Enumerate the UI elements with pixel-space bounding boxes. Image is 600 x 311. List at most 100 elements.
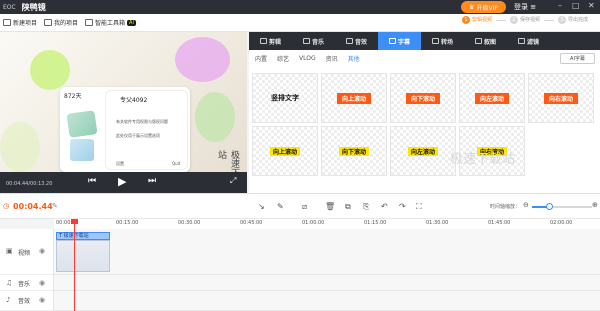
subtitle-category-tabs: 内置 综艺 VLOG 资讯 其他	[249, 50, 600, 66]
subtab-vlog[interactable]: VLOG	[299, 55, 316, 62]
copy-icon[interactable]: ⧉	[345, 202, 351, 212]
music-icon	[302, 38, 310, 44]
tab-sound-effect[interactable]: 音效	[335, 32, 378, 50]
video-preview[interactable]: 872天 专父4092 有关软件专用权限与版权问题 此处仅用于展示设置选项 设置…	[0, 32, 247, 193]
progress-steps: 1 剪辑视频 2 保存视频 3 导出完成	[462, 16, 588, 24]
ai-subtitle-button[interactable]: AI字幕	[560, 53, 595, 64]
preview-stat: 872天	[64, 93, 82, 100]
preset-vertical-text[interactable]: 竖排文字	[252, 73, 318, 123]
zoom-slider-handle[interactable]	[545, 203, 553, 210]
step-divider	[496, 19, 507, 21]
login-button[interactable]: 登录 ≡	[514, 2, 536, 12]
tab-cut[interactable]: 剪辑	[249, 32, 292, 50]
sound-track-icon: ♪	[6, 296, 11, 304]
video-clip[interactable]	[56, 240, 110, 272]
split-icon[interactable]: ↘	[258, 202, 265, 211]
preset-yellow-scroll-left[interactable]: 向左滚动	[390, 126, 456, 176]
crop-icon[interactable]: ⧄	[302, 202, 307, 212]
menu-my-projects[interactable]: 我的项目	[44, 18, 78, 27]
timeline-ruler[interactable]: 00:00.00 00:15.00 00:30.00 00:45.00 01:0…	[54, 219, 600, 229]
ruler-tick-label: 01:30.00	[426, 220, 449, 226]
visibility-icon[interactable]: ◉	[39, 247, 45, 255]
preset-label: 向左滚动	[407, 146, 438, 156]
track-header-sound: ♪ 音效 ◉	[0, 291, 54, 311]
undo-icon[interactable]: ↶	[381, 202, 388, 211]
subtitle-icon	[388, 38, 396, 44]
skip-forward-icon[interactable]: ⏭	[148, 176, 156, 186]
minimize-icon[interactable]: –	[558, 1, 562, 10]
preset-scroll-down[interactable]: 向下滚动	[390, 73, 456, 123]
track-label: 音乐	[18, 281, 31, 288]
paste-icon[interactable]: ⎘	[363, 202, 369, 212]
preset-yellow-scroll-up[interactable]: 向上滚动	[252, 126, 318, 176]
tab-subtitle[interactable]: 字幕	[378, 32, 421, 50]
subtab-other[interactable]: 其他	[348, 54, 360, 63]
skip-back-icon[interactable]: ⏮	[88, 176, 96, 186]
cube-3d-icon	[70, 139, 94, 161]
music-track-row[interactable]	[54, 275, 600, 291]
zoom-in-icon[interactable]: ⊕	[592, 201, 598, 209]
video-track-icon: ▣	[6, 247, 13, 255]
preset-label: 向左滚动	[474, 92, 509, 104]
tab-filter[interactable]: 滤镜	[507, 32, 550, 50]
redo-icon[interactable]: ↷	[399, 202, 406, 211]
menu-label: 新建项目	[13, 20, 38, 27]
menu-icon: ≡	[530, 3, 537, 11]
ai-badge: AI	[127, 19, 136, 26]
play-icon[interactable]: ▶	[118, 175, 126, 188]
upgrade-vip-button[interactable]: ♛ 升级VIP	[461, 1, 506, 13]
ruler-tick-label: 00:30.00	[178, 220, 201, 226]
subtab-news[interactable]: 资讯	[326, 54, 338, 63]
preset-scroll-up[interactable]: 向上滚动	[321, 73, 387, 123]
preset-yellow-scroll-down[interactable]: 向下滚动	[321, 126, 387, 176]
app-logo: EOC	[3, 3, 16, 11]
tab-sticker[interactable]: 叙图	[464, 32, 507, 50]
volume-icon[interactable]: ◉	[39, 296, 45, 304]
crown-icon: ♛	[469, 3, 475, 11]
ruler-tick-label: 00:15.00	[116, 220, 139, 226]
sound-track-row[interactable]	[54, 291, 600, 311]
track-header-video: ▣ 视频 ◉	[0, 229, 54, 275]
ai-subtitle-label: AI字幕	[570, 56, 585, 62]
subtitle-clip[interactable]: T 极速下载站	[56, 232, 110, 240]
tab-label: 滤镜	[526, 38, 539, 46]
tab-music[interactable]: 音乐	[292, 32, 335, 50]
upgrade-label: 升级VIP	[476, 4, 498, 12]
volume-icon[interactable]: ◉	[39, 279, 45, 287]
step-label: 保存视频	[520, 17, 541, 23]
fullscreen-icon[interactable]: ⤢	[230, 176, 236, 186]
fullscreen-capture-icon[interactable]: ⛶	[416, 202, 422, 212]
watermark: 极速下载站	[450, 152, 516, 167]
step-save: 2 保存视频	[510, 16, 540, 24]
zoom-label: 时间轴缩放：	[490, 204, 521, 210]
subtab-builtin[interactable]: 内置	[255, 54, 267, 63]
tab-label: 音效	[354, 38, 367, 46]
decorative-shape	[175, 37, 230, 82]
ruler-tick-label: 01:00.00	[302, 220, 325, 226]
pen-icon[interactable]: ✎	[277, 202, 284, 211]
zoom-slider[interactable]	[532, 203, 592, 210]
step-label: 导出完成	[568, 17, 589, 23]
menu-new-project[interactable]: 新建项目	[3, 18, 37, 27]
preview-line: Quit	[172, 161, 181, 166]
filter-icon	[517, 38, 525, 44]
zoom-out-icon[interactable]: ⊖	[523, 201, 529, 209]
maximize-icon[interactable]: □	[572, 1, 580, 10]
feature-tabs: 剪辑 音乐 音效 字幕 转场 叙图 滤镜	[249, 32, 600, 50]
clock-icon: ◷	[3, 202, 10, 210]
preset-scroll-right[interactable]: 向右滚动	[528, 73, 594, 123]
delete-icon[interactable]: 🗑	[325, 202, 335, 211]
ruler-tick-label: 00:45.00	[240, 220, 263, 226]
close-icon[interactable]: ✕	[588, 1, 595, 10]
edit-time-icon[interactable]: ✎	[52, 202, 58, 210]
subtab-variety[interactable]: 综艺	[277, 54, 289, 63]
preset-scroll-left[interactable]: 向左滚动	[459, 73, 525, 123]
transition-icon	[431, 38, 439, 44]
playhead[interactable]	[74, 222, 75, 311]
tab-transition[interactable]: 转场	[421, 32, 464, 50]
folder-3d-icon	[66, 110, 98, 138]
video-track-row[interactable]	[54, 229, 600, 275]
sticker-icon	[474, 38, 482, 44]
menu-smart-toolbox[interactable]: 智能工具箱 AI	[85, 18, 136, 27]
decorative-shape	[30, 50, 70, 90]
